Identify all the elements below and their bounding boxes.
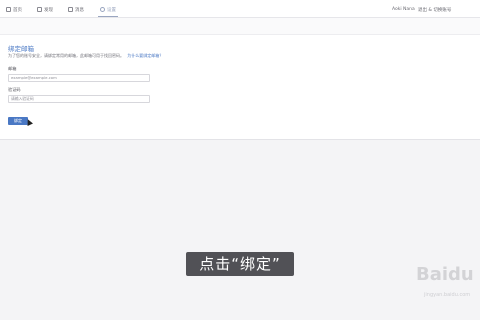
watermark-url: jingyan.baidu.com <box>424 292 471 298</box>
help-link[interactable]: 为什么要绑定邮箱？ <box>127 53 163 58</box>
home-icon <box>6 7 11 12</box>
discover-icon <box>37 7 42 12</box>
user-name-link[interactable]: Aoki Nana <box>392 4 415 15</box>
tab-home[interactable]: 首页 <box>6 4 22 15</box>
verification-code-field[interactable]: 请输入验证码 <box>8 95 150 103</box>
logout-link[interactable]: 退出 & 切换账号 <box>418 4 451 15</box>
tab-settings[interactable]: 设置 <box>98 4 118 17</box>
top-navigation-bar: 首页 发现 消息 设置 Aoki Nana 退出 & 切换账号 <box>0 0 480 18</box>
bind-email-panel: 绑定邮箱 为了您的账号安全，请绑定常用的邮箱，此邮箱可用于找回密码。 为什么要绑… <box>0 35 480 140</box>
instruction-caption: 点击“绑定” <box>186 252 294 276</box>
email-field[interactable]: example@example.com <box>8 74 150 82</box>
tab-discover-label: 发现 <box>44 7 53 13</box>
description-text: 为了您的账号安全，请绑定常用的邮箱，此邮箱可用于找回密码。 <box>8 53 124 58</box>
form-description: 为了您的账号安全，请绑定常用的邮箱，此邮箱可用于找回密码。 为什么要绑定邮箱？ <box>8 53 163 59</box>
code-label: 验证码 <box>8 87 21 92</box>
tab-home-label: 首页 <box>13 7 22 13</box>
tab-messages-label: 消息 <box>75 7 84 13</box>
message-icon <box>68 7 73 12</box>
tab-settings-label: 设置 <box>107 7 116 13</box>
settings-icon <box>100 7 105 12</box>
tab-discover[interactable]: 发现 <box>37 4 53 15</box>
page-title: 绑定邮箱 <box>8 45 34 53</box>
email-label: 邮箱 <box>8 66 17 71</box>
sub-header-strip <box>0 18 480 35</box>
active-tab-indicator <box>98 16 118 17</box>
mouse-cursor-icon <box>25 118 33 126</box>
tab-messages[interactable]: 消息 <box>68 4 84 15</box>
baidu-watermark: Baidu <box>416 264 474 285</box>
